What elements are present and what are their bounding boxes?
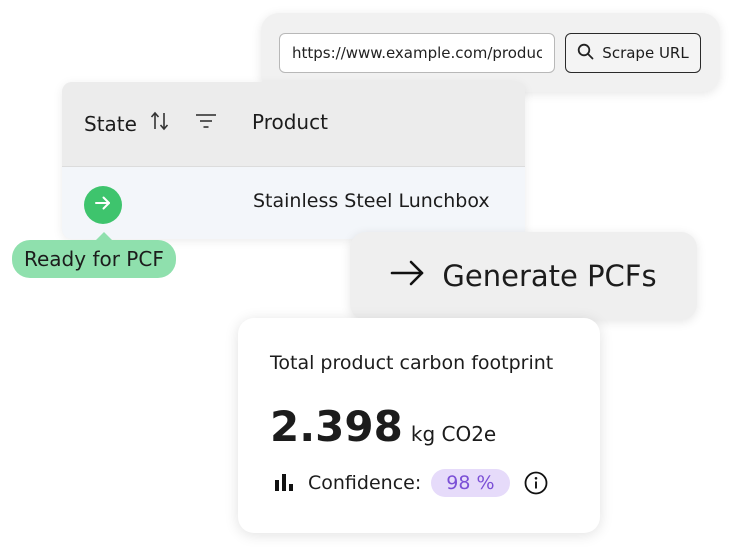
- search-icon: [577, 43, 594, 64]
- carbon-footprint-card: Total product carbon footprint 2.398 kg …: [238, 318, 600, 533]
- arrow-right-icon: [390, 259, 426, 294]
- table-row[interactable]: Stainless Steel Lunchbox: [62, 167, 525, 239]
- confidence-badge: 98 %: [431, 469, 510, 497]
- column-header-product[interactable]: Product: [252, 110, 328, 134]
- arrow-right-icon: [93, 193, 113, 217]
- state-header-label: State: [84, 111, 137, 136]
- ready-state-badge[interactable]: [84, 186, 122, 224]
- scrape-url-button[interactable]: Scrape URL: [565, 33, 701, 73]
- scrape-panel: Scrape URL: [261, 13, 720, 92]
- table-header: State Product: [62, 82, 525, 167]
- generate-pcfs-button[interactable]: Generate PCFs: [350, 232, 697, 320]
- products-table: State Product Stainless Steel Lunchbox: [62, 82, 525, 239]
- column-header-state[interactable]: State: [84, 110, 171, 137]
- confidence-label: Confidence:: [308, 472, 422, 494]
- result-unit: kg CO2e: [410, 422, 497, 446]
- confidence-row: Confidence: 98 %: [274, 469, 548, 497]
- result-value-group: 2.398 kg CO2e: [270, 402, 496, 451]
- result-value: 2.398: [270, 402, 403, 451]
- url-input[interactable]: [279, 33, 555, 73]
- state-tooltip: Ready for PCF: [12, 232, 176, 278]
- result-title: Total product carbon footprint: [270, 352, 554, 374]
- scrape-url-label: Scrape URL: [602, 44, 689, 62]
- sort-icon[interactable]: [149, 110, 171, 137]
- bar-chart-icon: [274, 471, 294, 495]
- filter-icon[interactable]: [195, 112, 217, 134]
- info-icon[interactable]: [524, 471, 548, 495]
- product-name-cell: Stainless Steel Lunchbox: [253, 190, 490, 212]
- generate-pcfs-label: Generate PCFs: [442, 259, 657, 293]
